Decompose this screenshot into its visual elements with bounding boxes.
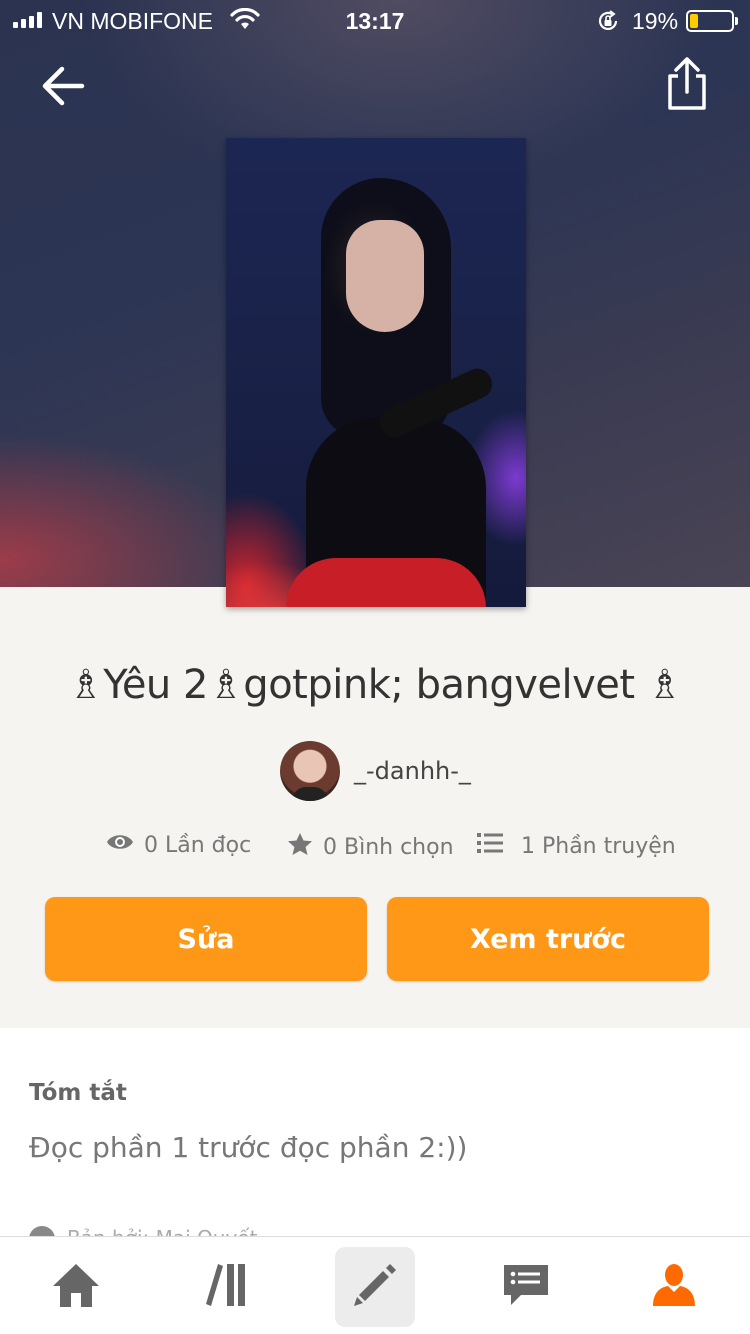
votes-count: 0 Bình chọn xyxy=(323,834,454,860)
arrow-left-icon xyxy=(38,66,90,116)
battery-icon xyxy=(686,10,738,32)
back-button[interactable] xyxy=(38,60,90,112)
story-title: ♗Yêu 2♗gotpink; bangvelvet ♗ xyxy=(67,662,683,708)
summary-heading: Tóm tắt xyxy=(29,1080,127,1106)
profile-icon xyxy=(651,1262,697,1312)
write-icon xyxy=(351,1261,399,1313)
story-cover-image[interactable] xyxy=(226,138,526,607)
tab-home[interactable] xyxy=(36,1247,116,1327)
bottom-tab-bar xyxy=(0,1236,750,1334)
edit-button[interactable]: Sửa xyxy=(45,897,367,981)
rotation-lock-icon xyxy=(596,9,620,39)
share-icon xyxy=(664,57,710,116)
tab-write[interactable] xyxy=(335,1247,415,1327)
tab-profile[interactable] xyxy=(634,1247,714,1327)
tab-library[interactable] xyxy=(186,1247,266,1327)
home-icon xyxy=(51,1262,101,1312)
summary-card: Tóm tắt Đọc phần 1 trước đọc phần 2:)) B… xyxy=(0,1028,750,1268)
battery-percentage: 19% xyxy=(632,8,679,34)
status-bar: VN MOBIFONE 13:17 19% xyxy=(0,0,750,40)
votes-stat: 0 Bình chọn xyxy=(287,832,454,862)
messages-icon xyxy=(501,1262,551,1312)
library-icon xyxy=(203,1262,249,1312)
preview-button[interactable]: Xem trước xyxy=(387,897,709,981)
star-icon xyxy=(287,832,323,862)
reads-stat: 0 Lần đọc xyxy=(106,832,251,858)
share-button[interactable] xyxy=(664,56,710,112)
story-stats: 0 Lần đọc 0 Bình chọn 1 Phần truyện xyxy=(0,832,750,868)
summary-text: Đọc phần 1 trước đọc phần 2:)) xyxy=(29,1131,468,1164)
author-name[interactable]: _-danhh-_ xyxy=(354,757,471,785)
tab-messages[interactable] xyxy=(486,1247,566,1327)
avatar[interactable] xyxy=(280,741,340,801)
list-icon xyxy=(477,832,513,860)
parts-count: 1 Phần truyện xyxy=(521,833,676,859)
author-link[interactable]: _-danhh-_ xyxy=(280,741,471,801)
reads-count: 0 Lần đọc xyxy=(144,832,252,858)
parts-stat: 1 Phần truyện xyxy=(477,832,676,860)
eye-icon xyxy=(106,832,144,858)
